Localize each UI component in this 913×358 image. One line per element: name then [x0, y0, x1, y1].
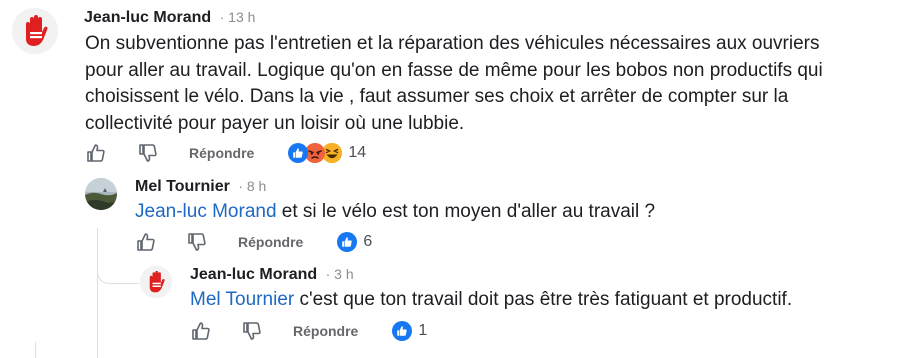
reactions-summary[interactable]: 1: [392, 321, 427, 341]
dislike-button[interactable]: [137, 142, 159, 164]
comment-actions: Répondre 14: [85, 141, 366, 165]
like-button[interactable]: [190, 320, 212, 342]
separator: ·: [219, 9, 225, 25]
comment-time[interactable]: 13 h: [228, 9, 255, 25]
like-icon: [392, 321, 413, 341]
reactions-summary[interactable]: 6: [337, 232, 372, 252]
comment-author[interactable]: Jean-luc Morand · 3 h: [190, 266, 354, 284]
comment-meta: · 8 h: [238, 178, 266, 194]
comment-time[interactable]: 3 h: [334, 266, 353, 282]
comment-meta: · 3 h: [326, 266, 354, 282]
dislike-button[interactable]: [241, 320, 263, 342]
avatar[interactable]: [140, 266, 172, 298]
comment-body: Jean-luc Morand et si le vélo est ton mo…: [135, 199, 655, 226]
reactions-summary[interactable]: 14: [288, 143, 366, 163]
separator: ·: [238, 178, 243, 194]
reaction-count: 1: [418, 322, 428, 339]
comment-body: On subventionne pas l'entretien et la ré…: [85, 31, 823, 137]
comment-actions: Répondre 1: [190, 319, 427, 343]
thumbs-down-icon: [188, 233, 206, 251]
comment-body: Mel Tournier c'est que ton travail doit …: [190, 287, 792, 314]
comment-line: On subventionne pas l'entretien et la ré…: [85, 33, 820, 54]
comment-line: choisissent le vélo. Dans la vie , faut …: [85, 86, 789, 107]
mention-link[interactable]: Mel Tournier: [190, 289, 294, 310]
like-button[interactable]: [85, 142, 107, 164]
comment-time[interactable]: 8 h: [247, 178, 266, 194]
thumbs-up-icon: [192, 322, 210, 340]
author-name[interactable]: Jean-luc Morand: [190, 266, 317, 283]
dislike-button[interactable]: [186, 231, 208, 253]
like-button[interactable]: [135, 231, 157, 253]
author-name[interactable]: Jean-luc Morand: [84, 9, 211, 26]
angry-icon: [305, 143, 326, 163]
stop-hand-logo-icon: [140, 266, 172, 298]
avatar-photo: [85, 178, 117, 210]
comment-line: collectivité pour payer un loisir où une…: [85, 112, 465, 134]
separator: ·: [325, 266, 331, 282]
comment-line: pour aller au travail. Logique qu'on en …: [85, 59, 823, 81]
reaction-count: 6: [363, 233, 373, 250]
author-name[interactable]: Mel Tournier: [135, 178, 230, 195]
comment-meta: · 13 h: [220, 9, 256, 25]
stop-hand-logo-icon: [12, 8, 58, 54]
avatar[interactable]: [85, 178, 117, 210]
thumbs-up-icon: [137, 233, 155, 251]
comment-text: et si le vélo est ton moyen d'aller au t…: [276, 201, 656, 222]
avatar[interactable]: [12, 8, 58, 54]
thread-line: [35, 342, 36, 358]
thumbs-down-icon: [139, 144, 157, 162]
thumbs-down-icon: [243, 322, 261, 340]
thumbs-up-icon: [87, 144, 105, 162]
comment-text: c'est que ton travail doit pas être très…: [294, 289, 793, 310]
thread-line: [97, 228, 98, 358]
mention-link[interactable]: Jean-luc Morand: [135, 201, 277, 222]
reply-button[interactable]: Répondre: [238, 234, 303, 250]
reply-button[interactable]: Répondre: [189, 145, 254, 161]
thread-line: [97, 264, 139, 284]
comment-actions: Répondre 6: [135, 230, 372, 254]
comment-author[interactable]: Jean-luc Morand · 13 h: [84, 9, 255, 27]
reaction-count: 14: [348, 144, 367, 161]
like-icon: [337, 232, 358, 252]
haha-icon: [322, 143, 343, 163]
reply-button[interactable]: Répondre: [293, 323, 358, 339]
comment-author[interactable]: Mel Tournier · 8 h: [135, 178, 266, 196]
